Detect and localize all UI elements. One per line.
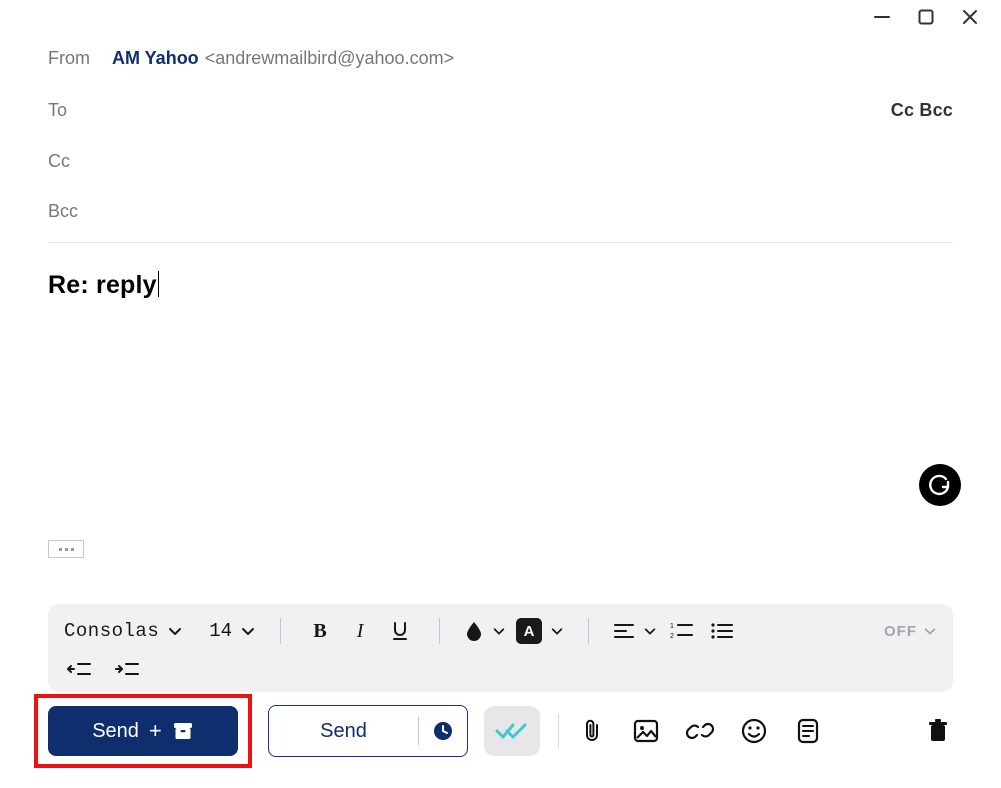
cc-bcc-toggles: Cc Bcc <box>891 100 953 121</box>
chevron-down-icon <box>550 624 564 638</box>
plus-icon: + <box>149 718 162 744</box>
separator <box>280 618 281 644</box>
chevron-down-icon <box>167 623 183 639</box>
formatting-row-1: Consolas 14 B I A <box>64 616 937 646</box>
highlight-a-icon: A <box>516 618 542 644</box>
from-label: From <box>48 48 112 69</box>
indent-icon <box>114 660 140 678</box>
send-and-archive-button[interactable]: Send + <box>48 706 238 756</box>
highlight-color-dropdown[interactable]: A <box>516 618 564 644</box>
maximize-button[interactable] <box>917 8 935 26</box>
insert-link-button[interactable] <box>685 716 715 746</box>
note-icon <box>796 718 820 744</box>
window-titlebar <box>0 0 1001 32</box>
cc-row[interactable]: Cc <box>48 136 953 186</box>
dot-icon <box>65 548 68 551</box>
svg-text:2: 2 <box>670 633 674 640</box>
formatting-toolbar: Consolas 14 B I A <box>48 604 953 692</box>
image-icon <box>633 719 659 743</box>
maximize-icon <box>917 8 935 26</box>
subject-field[interactable]: Re: reply <box>48 243 159 308</box>
chevron-down-icon <box>643 624 657 638</box>
numbered-list-button[interactable]: 1 2 <box>667 616 697 646</box>
dot-icon <box>71 548 74 551</box>
trash-icon <box>927 718 949 744</box>
to-row[interactable]: To Cc Bcc <box>48 84 953 136</box>
numbered-list-icon: 1 2 <box>670 621 694 641</box>
off-label-text: OFF <box>884 623 917 640</box>
underline-button[interactable] <box>385 616 415 646</box>
font-size-dropdown[interactable]: 14 <box>209 620 256 642</box>
signature-toggle[interactable] <box>48 540 84 558</box>
indent-button[interactable] <box>112 654 142 684</box>
chevron-down-icon <box>923 624 937 638</box>
to-label: To <box>48 100 112 121</box>
separator <box>588 618 589 644</box>
grammarly-badge[interactable] <box>919 464 961 506</box>
cc-label: Cc <box>48 151 112 172</box>
svg-text:1: 1 <box>670 623 674 630</box>
insert-emoji-button[interactable] <box>739 716 769 746</box>
outdent-button[interactable] <box>64 654 94 684</box>
bullet-list-button[interactable] <box>707 616 737 646</box>
insert-icons <box>577 716 823 746</box>
cc-toggle[interactable]: Cc <box>891 100 914 120</box>
send-outline-label: Send <box>269 720 418 743</box>
clock-icon <box>432 720 454 742</box>
minimize-icon <box>873 8 891 26</box>
header-divider <box>48 242 953 243</box>
bcc-toggle[interactable]: Bcc <box>919 100 953 120</box>
paperclip-icon <box>581 718 603 744</box>
close-button[interactable] <box>961 8 979 26</box>
ink-drop-icon <box>464 620 484 642</box>
grammarly-icon <box>928 473 952 497</box>
formatting-row-2 <box>64 646 937 684</box>
action-bar: Send + Send <box>0 694 1001 768</box>
font-family-dropdown[interactable]: Consolas <box>64 620 183 642</box>
outdent-icon <box>66 660 92 678</box>
dot-icon <box>59 548 62 551</box>
discard-button[interactable] <box>923 716 953 746</box>
bullet-list-icon <box>710 621 734 641</box>
text-color-dropdown[interactable] <box>464 620 506 642</box>
from-account-email: <andrewmailbird@yahoo.com> <box>205 48 454 69</box>
message-body[interactable] <box>48 308 953 558</box>
chevron-down-icon <box>492 624 506 638</box>
align-dropdown[interactable] <box>613 622 657 640</box>
schedule-send-button[interactable] <box>419 720 467 742</box>
text-cursor <box>158 271 159 297</box>
bcc-label: Bcc <box>48 201 112 222</box>
insert-image-button[interactable] <box>631 716 661 746</box>
close-icon <box>961 8 979 26</box>
read-receipt-toggle[interactable] <box>484 706 540 756</box>
link-icon <box>686 719 714 743</box>
double-check-icon <box>495 721 529 741</box>
insert-template-button[interactable] <box>793 716 823 746</box>
send-button[interactable]: Send <box>268 705 468 757</box>
underline-icon <box>390 620 410 642</box>
bcc-row[interactable]: Bcc <box>48 186 953 236</box>
compose-content: From AM Yahoo <andrewmailbird@yahoo.com>… <box>0 32 1001 558</box>
subject-text: Re: reply <box>48 271 157 299</box>
font-size-label: 14 <box>209 620 232 642</box>
send-primary-label: Send <box>92 720 139 743</box>
minimize-button[interactable] <box>873 8 891 26</box>
emoji-icon <box>741 718 767 744</box>
from-account-name: AM Yahoo <box>112 48 199 69</box>
align-left-icon <box>613 622 635 640</box>
annotation-highlight: Send + <box>34 694 252 768</box>
font-name-label: Consolas <box>64 620 159 642</box>
compose-window: From AM Yahoo <andrewmailbird@yahoo.com>… <box>0 0 1001 788</box>
chevron-down-icon <box>240 623 256 639</box>
bold-button[interactable]: B <box>305 616 335 646</box>
attach-button[interactable] <box>577 716 607 746</box>
formatting-off-toggle[interactable]: OFF <box>884 623 937 640</box>
separator <box>439 618 440 644</box>
archive-icon <box>172 721 194 741</box>
from-row[interactable]: From AM Yahoo <andrewmailbird@yahoo.com> <box>48 32 953 84</box>
italic-button[interactable]: I <box>345 616 375 646</box>
separator <box>558 714 559 748</box>
